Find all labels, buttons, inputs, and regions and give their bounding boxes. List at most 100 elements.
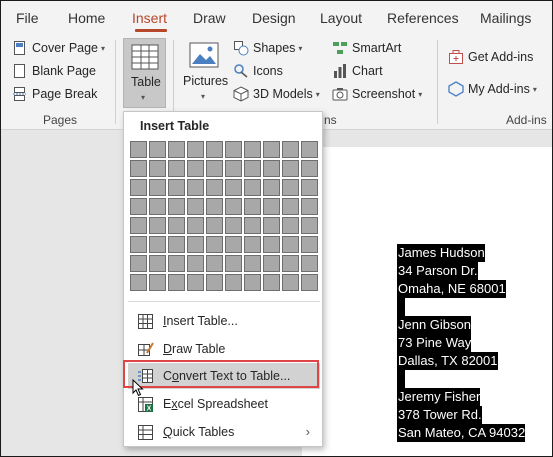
selected-text-line[interactable]: Omaha, NE 68001 [397, 280, 506, 298]
table-grid-cell[interactable] [168, 236, 185, 253]
selected-text-line[interactable]: 34 Parson Dr. [397, 262, 478, 280]
draw-table-item[interactable]: Draw Table [128, 336, 320, 362]
table-grid-cell[interactable] [244, 198, 261, 215]
table-grid-cell[interactable] [282, 179, 299, 196]
3d-models-button[interactable]: 3D Models ▾ [233, 84, 320, 104]
table-grid-cell[interactable] [301, 255, 318, 272]
table-grid-cell[interactable] [168, 217, 185, 234]
table-grid-cell[interactable] [187, 236, 204, 253]
table-grid-cell[interactable] [282, 160, 299, 177]
selected-text-line[interactable]: Dallas, TX 82001 [397, 352, 498, 370]
table-grid-cell[interactable] [168, 255, 185, 272]
table-grid-cell[interactable] [282, 141, 299, 158]
table-grid-cell[interactable] [263, 141, 280, 158]
table-grid-cell[interactable] [282, 217, 299, 234]
table-grid-cell[interactable] [225, 274, 242, 291]
selected-text-line[interactable]: Jeremy Fisher [397, 388, 481, 406]
table-grid-cell[interactable] [130, 255, 147, 272]
table-grid-cell[interactable] [149, 160, 166, 177]
table-grid-cell[interactable] [301, 141, 318, 158]
table-grid-cell[interactable] [168, 198, 185, 215]
table-grid-cell[interactable] [130, 217, 147, 234]
table-grid-cell[interactable] [187, 141, 204, 158]
table-grid-cell[interactable] [206, 255, 223, 272]
table-grid-cell[interactable] [149, 198, 166, 215]
table-grid-cell[interactable] [206, 217, 223, 234]
cover-page-button[interactable]: Cover Page ▾ [12, 38, 105, 58]
table-grid-cell[interactable] [206, 198, 223, 215]
table-grid-cell[interactable] [244, 236, 261, 253]
table-grid-cell[interactable] [130, 236, 147, 253]
table-grid-cell[interactable] [282, 198, 299, 215]
table-grid-cell[interactable] [130, 198, 147, 215]
table-grid-cell[interactable] [187, 274, 204, 291]
blank-page-button[interactable]: Blank Page [12, 61, 96, 81]
table-grid-cell[interactable] [263, 160, 280, 177]
table-grid-cell[interactable] [263, 255, 280, 272]
table-grid-cell[interactable] [282, 274, 299, 291]
tab-mailings[interactable]: Mailings [480, 10, 531, 26]
selected-text-line[interactable]: 378 Tower Rd. [397, 406, 482, 424]
table-grid-cell[interactable] [206, 236, 223, 253]
table-grid-cell[interactable] [168, 274, 185, 291]
tab-design[interactable]: Design [252, 10, 296, 26]
table-grid-cell[interactable] [187, 255, 204, 272]
table-grid-cell[interactable] [244, 217, 261, 234]
selected-text-line[interactable]: James Hudson [397, 244, 485, 262]
table-grid-cell[interactable] [149, 255, 166, 272]
table-grid-cell[interactable] [149, 274, 166, 291]
selected-empty-line[interactable] [397, 298, 405, 316]
table-grid-cell[interactable] [301, 179, 318, 196]
table-grid-cell[interactable] [282, 236, 299, 253]
table-grid-cell[interactable] [130, 141, 147, 158]
table-grid-cell[interactable] [187, 179, 204, 196]
screenshot-button[interactable]: Screenshot ▾ [332, 84, 422, 104]
icons-button[interactable]: Icons [233, 61, 283, 81]
table-grid-cell[interactable] [206, 160, 223, 177]
get-add-ins-button[interactable]: Get Add-ins [448, 47, 533, 67]
table-grid-cell[interactable] [206, 179, 223, 196]
table-grid-cell[interactable] [301, 217, 318, 234]
table-grid-cell[interactable] [206, 141, 223, 158]
selected-text-line[interactable]: 73 Pine Way [397, 334, 472, 352]
table-grid-cell[interactable] [187, 217, 204, 234]
shapes-button[interactable]: Shapes ▾ [233, 38, 302, 58]
my-add-ins-button[interactable]: My Add-ins ▾ [448, 79, 537, 99]
tab-draw[interactable]: Draw [193, 10, 226, 26]
table-grid-cell[interactable] [206, 274, 223, 291]
table-grid-cell[interactable] [244, 160, 261, 177]
pictures-button[interactable]: Pictures ▾ [181, 40, 229, 108]
tab-home[interactable]: Home [68, 10, 105, 26]
table-size-grid[interactable] [130, 141, 320, 291]
page-break-button[interactable]: Page Break [12, 84, 97, 104]
convert-text-to-table-item[interactable]: Convert Text to Table... [128, 363, 320, 389]
selected-empty-line[interactable] [397, 370, 405, 388]
table-grid-cell[interactable] [225, 198, 242, 215]
table-grid-cell[interactable] [244, 255, 261, 272]
table-grid-cell[interactable] [225, 217, 242, 234]
table-grid-cell[interactable] [225, 160, 242, 177]
table-grid-cell[interactable] [244, 274, 261, 291]
table-grid-cell[interactable] [130, 179, 147, 196]
table-grid-cell[interactable] [168, 160, 185, 177]
insert-table-item[interactable]: Insert Table... [128, 308, 320, 334]
quick-tables-item[interactable]: Quick Tables › [128, 419, 320, 445]
table-grid-cell[interactable] [149, 236, 166, 253]
table-grid-cell[interactable] [301, 274, 318, 291]
table-grid-cell[interactable] [263, 236, 280, 253]
smartart-button[interactable]: SmartArt [332, 38, 401, 58]
table-grid-cell[interactable] [130, 274, 147, 291]
table-grid-cell[interactable] [301, 236, 318, 253]
table-grid-cell[interactable] [301, 198, 318, 215]
excel-spreadsheet-item[interactable]: X Excel Spreadsheet [128, 391, 320, 417]
table-grid-cell[interactable] [149, 179, 166, 196]
tab-insert[interactable]: Insert [132, 10, 167, 26]
table-grid-cell[interactable] [149, 141, 166, 158]
table-grid-cell[interactable] [263, 198, 280, 215]
selected-text-line[interactable]: San Mateo, CA 94032 [397, 424, 526, 442]
table-grid-cell[interactable] [263, 217, 280, 234]
table-grid-cell[interactable] [225, 141, 242, 158]
table-grid-cell[interactable] [282, 255, 299, 272]
table-grid-cell[interactable] [301, 160, 318, 177]
table-grid-cell[interactable] [225, 236, 242, 253]
